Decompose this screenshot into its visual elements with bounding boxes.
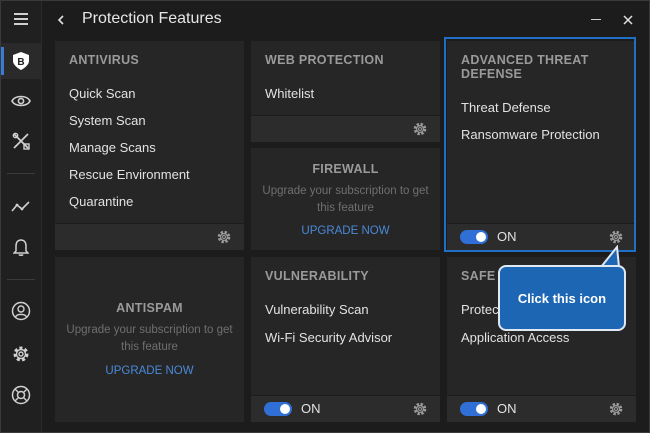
protected-files-link[interactable]: Protec (461, 302, 499, 317)
card-footer: ON (251, 395, 440, 422)
svg-text:B: B (17, 57, 24, 68)
antivirus-settings-gear-icon[interactable] (216, 229, 232, 245)
back-arrow-icon[interactable] (54, 11, 68, 29)
antivirus-card: ANTIVIRUS Quick Scan System Scan Manage … (55, 41, 244, 250)
system-scan-link[interactable]: System Scan (69, 113, 146, 128)
bell-icon[interactable] (1, 229, 41, 265)
card-title: WEB PROTECTION (265, 53, 384, 67)
vulnerability-scan-link[interactable]: Vulnerability Scan (265, 302, 369, 317)
quick-scan-link[interactable]: Quick Scan (69, 86, 135, 101)
toggle-state-label: ON (497, 401, 517, 416)
manage-scans-link[interactable]: Manage Scans (69, 140, 156, 155)
highlight-frame (444, 37, 636, 252)
upgrade-message: Upgrade your subscription to get this fe… (66, 324, 233, 353)
upgrade-now-link[interactable]: UPGRADE NOW (55, 365, 244, 377)
application-access-link[interactable]: Application Access (461, 330, 569, 345)
eye-icon[interactable] (1, 83, 41, 119)
title-bar: Protection Features (42, 1, 649, 39)
bitdefender-logo-icon[interactable]: B (1, 43, 41, 79)
tooltip-callout: Click this icon (498, 265, 626, 331)
vulnerability-toggle[interactable] (264, 402, 292, 416)
card-title: VULNERABILITY (265, 269, 369, 283)
card-footer (251, 115, 440, 142)
tools-icon[interactable] (1, 123, 41, 159)
firewall-card: FIREWALL Upgrade your subscription to ge… (251, 148, 440, 250)
upgrade-message: Upgrade your subscription to get this fe… (262, 185, 429, 214)
toggle-state-label: ON (301, 401, 321, 416)
safe-files-toggle[interactable] (460, 402, 488, 416)
card-title: ANTISPAM (116, 301, 183, 315)
account-icon[interactable] (1, 293, 41, 329)
card-title: ANTIVIRUS (69, 53, 140, 67)
safe-files-settings-gear-icon[interactable] (608, 401, 624, 417)
activity-icon[interactable] (1, 189, 41, 225)
whitelist-link[interactable]: Whitelist (265, 86, 314, 101)
menu-icon[interactable] (1, 1, 41, 37)
close-icon[interactable] (621, 13, 635, 27)
settings-icon[interactable] (1, 336, 41, 372)
card-footer (55, 223, 244, 250)
page-title: Protection Features (82, 10, 222, 27)
vulnerability-card: VULNERABILITY Vulnerability Scan Wi-Fi S… (251, 257, 440, 422)
card-title: FIREWALL (312, 162, 379, 176)
wifi-security-advisor-link[interactable]: Wi-Fi Security Advisor (265, 330, 392, 345)
rescue-environment-link[interactable]: Rescue Environment (69, 167, 190, 182)
upgrade-now-link[interactable]: UPGRADE NOW (251, 225, 440, 237)
vulnerability-settings-gear-icon[interactable] (412, 401, 428, 417)
web-protection-settings-gear-icon[interactable] (412, 121, 428, 137)
minimize-icon[interactable] (591, 19, 601, 20)
support-icon[interactable] (1, 377, 41, 413)
app-window: B Protection Features ANTIVIRUS Quick Sc… (0, 0, 650, 433)
card-footer: ON (447, 395, 636, 422)
quarantine-link[interactable]: Quarantine (69, 194, 133, 209)
antispam-card: ANTISPAM Upgrade your subscription to ge… (55, 257, 244, 422)
card-title: SAFE (461, 269, 496, 283)
web-protection-card: WEB PROTECTION Whitelist (251, 41, 440, 142)
sidebar: B (1, 1, 42, 432)
